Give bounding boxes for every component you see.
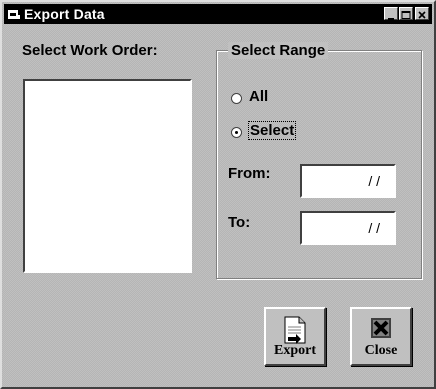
window-title: Export Data <box>24 6 105 22</box>
close-button[interactable]: Close <box>350 307 412 366</box>
title-bar[interactable]: Export Data <box>4 4 432 24</box>
radio-select[interactable] <box>231 127 242 138</box>
close-x-icon <box>370 317 392 344</box>
export-data-window: Export Data Select Work Order: Select Ra… <box>0 0 436 389</box>
close-window-button[interactable] <box>415 7 429 20</box>
close-button-label: Close <box>364 343 398 358</box>
export-button[interactable]: Export <box>264 307 326 366</box>
minimize-icon <box>388 18 394 20</box>
maximize-icon <box>401 11 411 19</box>
radio-selected-dot <box>235 131 238 134</box>
to-date-field[interactable]: / / <box>300 211 396 245</box>
minimize-button[interactable] <box>384 7 398 20</box>
radio-select-label[interactable]: Select <box>247 121 297 140</box>
app-icon[interactable] <box>7 8 21 20</box>
to-label: To: <box>228 214 251 231</box>
from-label: From: <box>228 165 271 182</box>
maximize-button[interactable] <box>399 7 413 20</box>
radio-all-label[interactable]: All <box>249 88 268 105</box>
close-icon <box>418 11 426 19</box>
from-date-field[interactable]: / / <box>300 164 396 198</box>
select-range-title: Select Range <box>228 42 329 59</box>
radio-all[interactable] <box>231 93 242 104</box>
work-order-listbox[interactable] <box>23 79 192 273</box>
export-button-label: Export <box>274 343 316 358</box>
work-order-label: Select Work Order: <box>22 42 158 59</box>
